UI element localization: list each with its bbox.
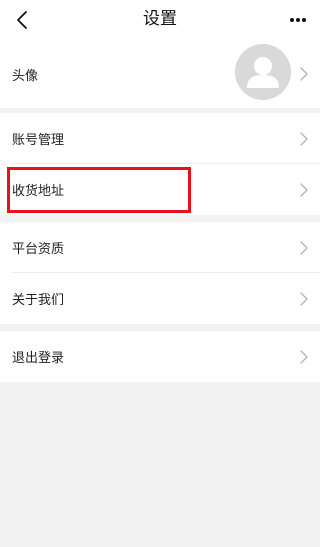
chevron-right-icon — [300, 240, 308, 255]
page-title: 设置 — [143, 9, 177, 29]
account-management-row[interactable]: 账号管理 — [0, 113, 320, 164]
shipping-address-row[interactable]: 收货地址 — [0, 164, 320, 215]
more-button[interactable] — [284, 6, 312, 34]
account-management-label: 账号管理 — [12, 133, 65, 148]
user-avatar-placeholder-icon — [247, 57, 279, 88]
about-us-row[interactable]: 关于我们 — [0, 273, 320, 324]
chevron-right-icon — [300, 131, 308, 146]
avatar[interactable] — [235, 44, 291, 100]
more-horizontal-icon — [290, 18, 306, 22]
chevron-left-icon — [17, 11, 27, 29]
info-section: 平台资质 关于我们 — [0, 222, 320, 324]
logout-label: 退出登录 — [12, 351, 65, 366]
avatar-label: 头像 — [12, 68, 39, 84]
chevron-right-icon — [300, 291, 308, 306]
platform-qualification-label: 平台资质 — [12, 242, 65, 257]
platform-qualification-row[interactable]: 平台资质 — [0, 222, 320, 273]
logout-section: 退出登录 — [0, 331, 320, 382]
logout-row[interactable]: 退出登录 — [0, 331, 320, 382]
chevron-right-icon — [300, 349, 308, 364]
shipping-address-label: 收货地址 — [12, 184, 65, 199]
about-us-label: 关于我们 — [12, 293, 65, 308]
back-button[interactable] — [8, 6, 36, 34]
chevron-right-icon — [300, 182, 308, 197]
chevron-right-icon — [300, 67, 308, 81]
app-header: 设置 — [0, 0, 320, 40]
account-section: 账号管理 收货地址 — [0, 113, 320, 215]
